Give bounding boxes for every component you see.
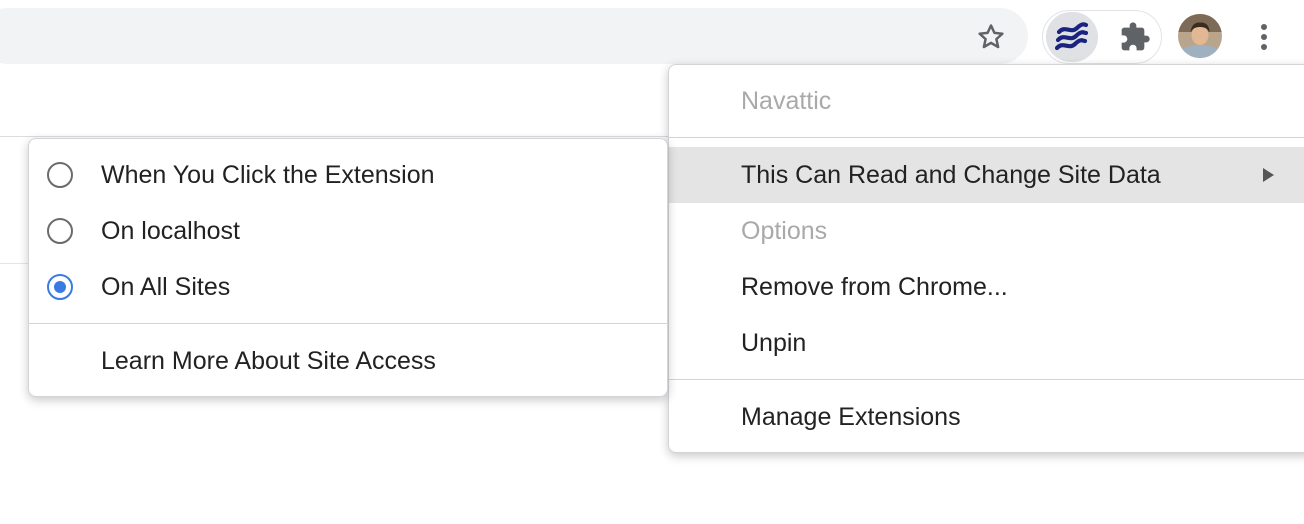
menu-item-site-data-access[interactable]: This Can Read and Change Site Data bbox=[669, 147, 1304, 203]
menu-item-learn-more-site-access[interactable]: Learn More About Site Access bbox=[29, 333, 667, 389]
avatar-image bbox=[1178, 14, 1222, 58]
menu-separator bbox=[29, 323, 667, 324]
puzzle-extensions-icon bbox=[1121, 22, 1150, 51]
radio-option-when-clicked[interactable]: When You Click the Extension bbox=[29, 147, 667, 203]
bookmark-star-button[interactable] bbox=[968, 14, 1014, 60]
menu-item-options: Options bbox=[669, 203, 1304, 259]
menu-item-manage-extensions[interactable]: Manage Extensions bbox=[669, 389, 1304, 445]
menu-header-extension-name: Navattic bbox=[669, 73, 1304, 129]
profile-avatar[interactable] bbox=[1178, 14, 1222, 58]
radio-button-selected[interactable] bbox=[47, 274, 73, 300]
site-access-submenu: When You Click the Extension On localhos… bbox=[28, 138, 668, 397]
menu-item-unpin[interactable]: Unpin bbox=[669, 315, 1304, 371]
menu-header-label: Navattic bbox=[741, 87, 832, 115]
menu-separator bbox=[669, 379, 1304, 380]
radio-option-label: On All Sites bbox=[101, 273, 231, 301]
more-vert-icon bbox=[1261, 24, 1267, 50]
page-divider bbox=[0, 136, 700, 137]
menu-item-remove-from-chrome[interactable]: Remove from Chrome... bbox=[669, 259, 1304, 315]
radio-option-on-all-sites[interactable]: On All Sites bbox=[29, 259, 667, 315]
navattic-extension-button[interactable] bbox=[1046, 12, 1098, 62]
menu-item-label: Unpin bbox=[741, 329, 807, 357]
navattic-extension-icon bbox=[1055, 22, 1089, 51]
submenu-arrow-icon bbox=[1263, 168, 1274, 182]
menu-item-label: This Can Read and Change Site Data bbox=[741, 161, 1161, 189]
address-bar[interactable] bbox=[0, 8, 1028, 64]
menu-item-label: Options bbox=[741, 217, 828, 245]
radio-button[interactable] bbox=[47, 162, 73, 188]
menu-item-label: Learn More About Site Access bbox=[101, 347, 436, 375]
menu-item-label: Manage Extensions bbox=[741, 403, 961, 431]
star-icon bbox=[978, 24, 1004, 49]
extension-context-menu: Navattic This Can Read and Change Site D… bbox=[668, 64, 1304, 453]
radio-button[interactable] bbox=[47, 218, 73, 244]
browser-window: Navattic This Can Read and Change Site D… bbox=[0, 0, 1304, 524]
browser-toolbar bbox=[0, 0, 1304, 64]
radio-option-label: On localhost bbox=[101, 217, 240, 245]
menu-item-label: Remove from Chrome... bbox=[741, 273, 1008, 301]
menu-separator bbox=[669, 137, 1304, 138]
radio-option-label: When You Click the Extension bbox=[101, 161, 435, 189]
browser-menu-button[interactable] bbox=[1248, 14, 1280, 60]
radio-option-on-localhost[interactable]: On localhost bbox=[29, 203, 667, 259]
extensions-menu-button[interactable] bbox=[1112, 14, 1158, 60]
